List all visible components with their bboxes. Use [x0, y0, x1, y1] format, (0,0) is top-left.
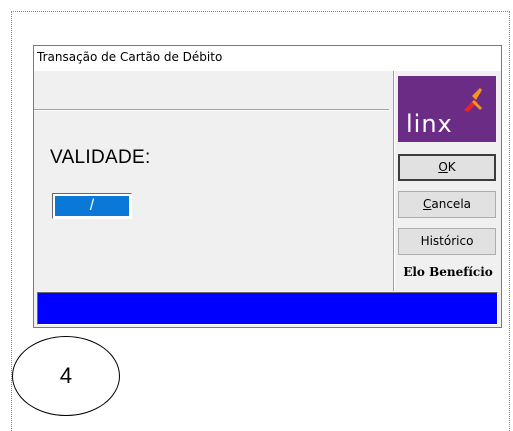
ok-button[interactable]: OK — [398, 154, 496, 181]
cancel-button[interactable]: Cancela — [398, 191, 496, 218]
history-button-label: Histórico — [420, 234, 474, 248]
dialog-title: Transação de Cartão de Débito — [34, 46, 501, 71]
separator-line — [34, 109, 389, 111]
validade-label: VALIDADE: — [50, 147, 151, 168]
linx-logo-text: linx — [406, 110, 453, 138]
step-number: 4 — [59, 363, 73, 388]
debit-card-dialog: Transação de Cartão de Débito VALIDADE: … — [33, 45, 502, 328]
step-number-callout: 4 — [12, 336, 120, 416]
history-button[interactable]: Histórico — [398, 228, 496, 255]
expiry-date-value[interactable]: / — [55, 196, 129, 216]
linx-x-icon — [464, 88, 482, 112]
vertical-separator — [393, 71, 395, 291]
status-bar — [37, 292, 498, 325]
linx-logo: linx — [398, 76, 496, 142]
left-pane: VALIDADE: / — [34, 71, 393, 291]
ok-button-label: OK — [438, 160, 456, 174]
cancel-button-label: Cancela — [422, 197, 472, 211]
card-brand-label: Elo Benefício — [403, 265, 493, 279]
expiry-date-input[interactable]: / — [52, 193, 132, 219]
